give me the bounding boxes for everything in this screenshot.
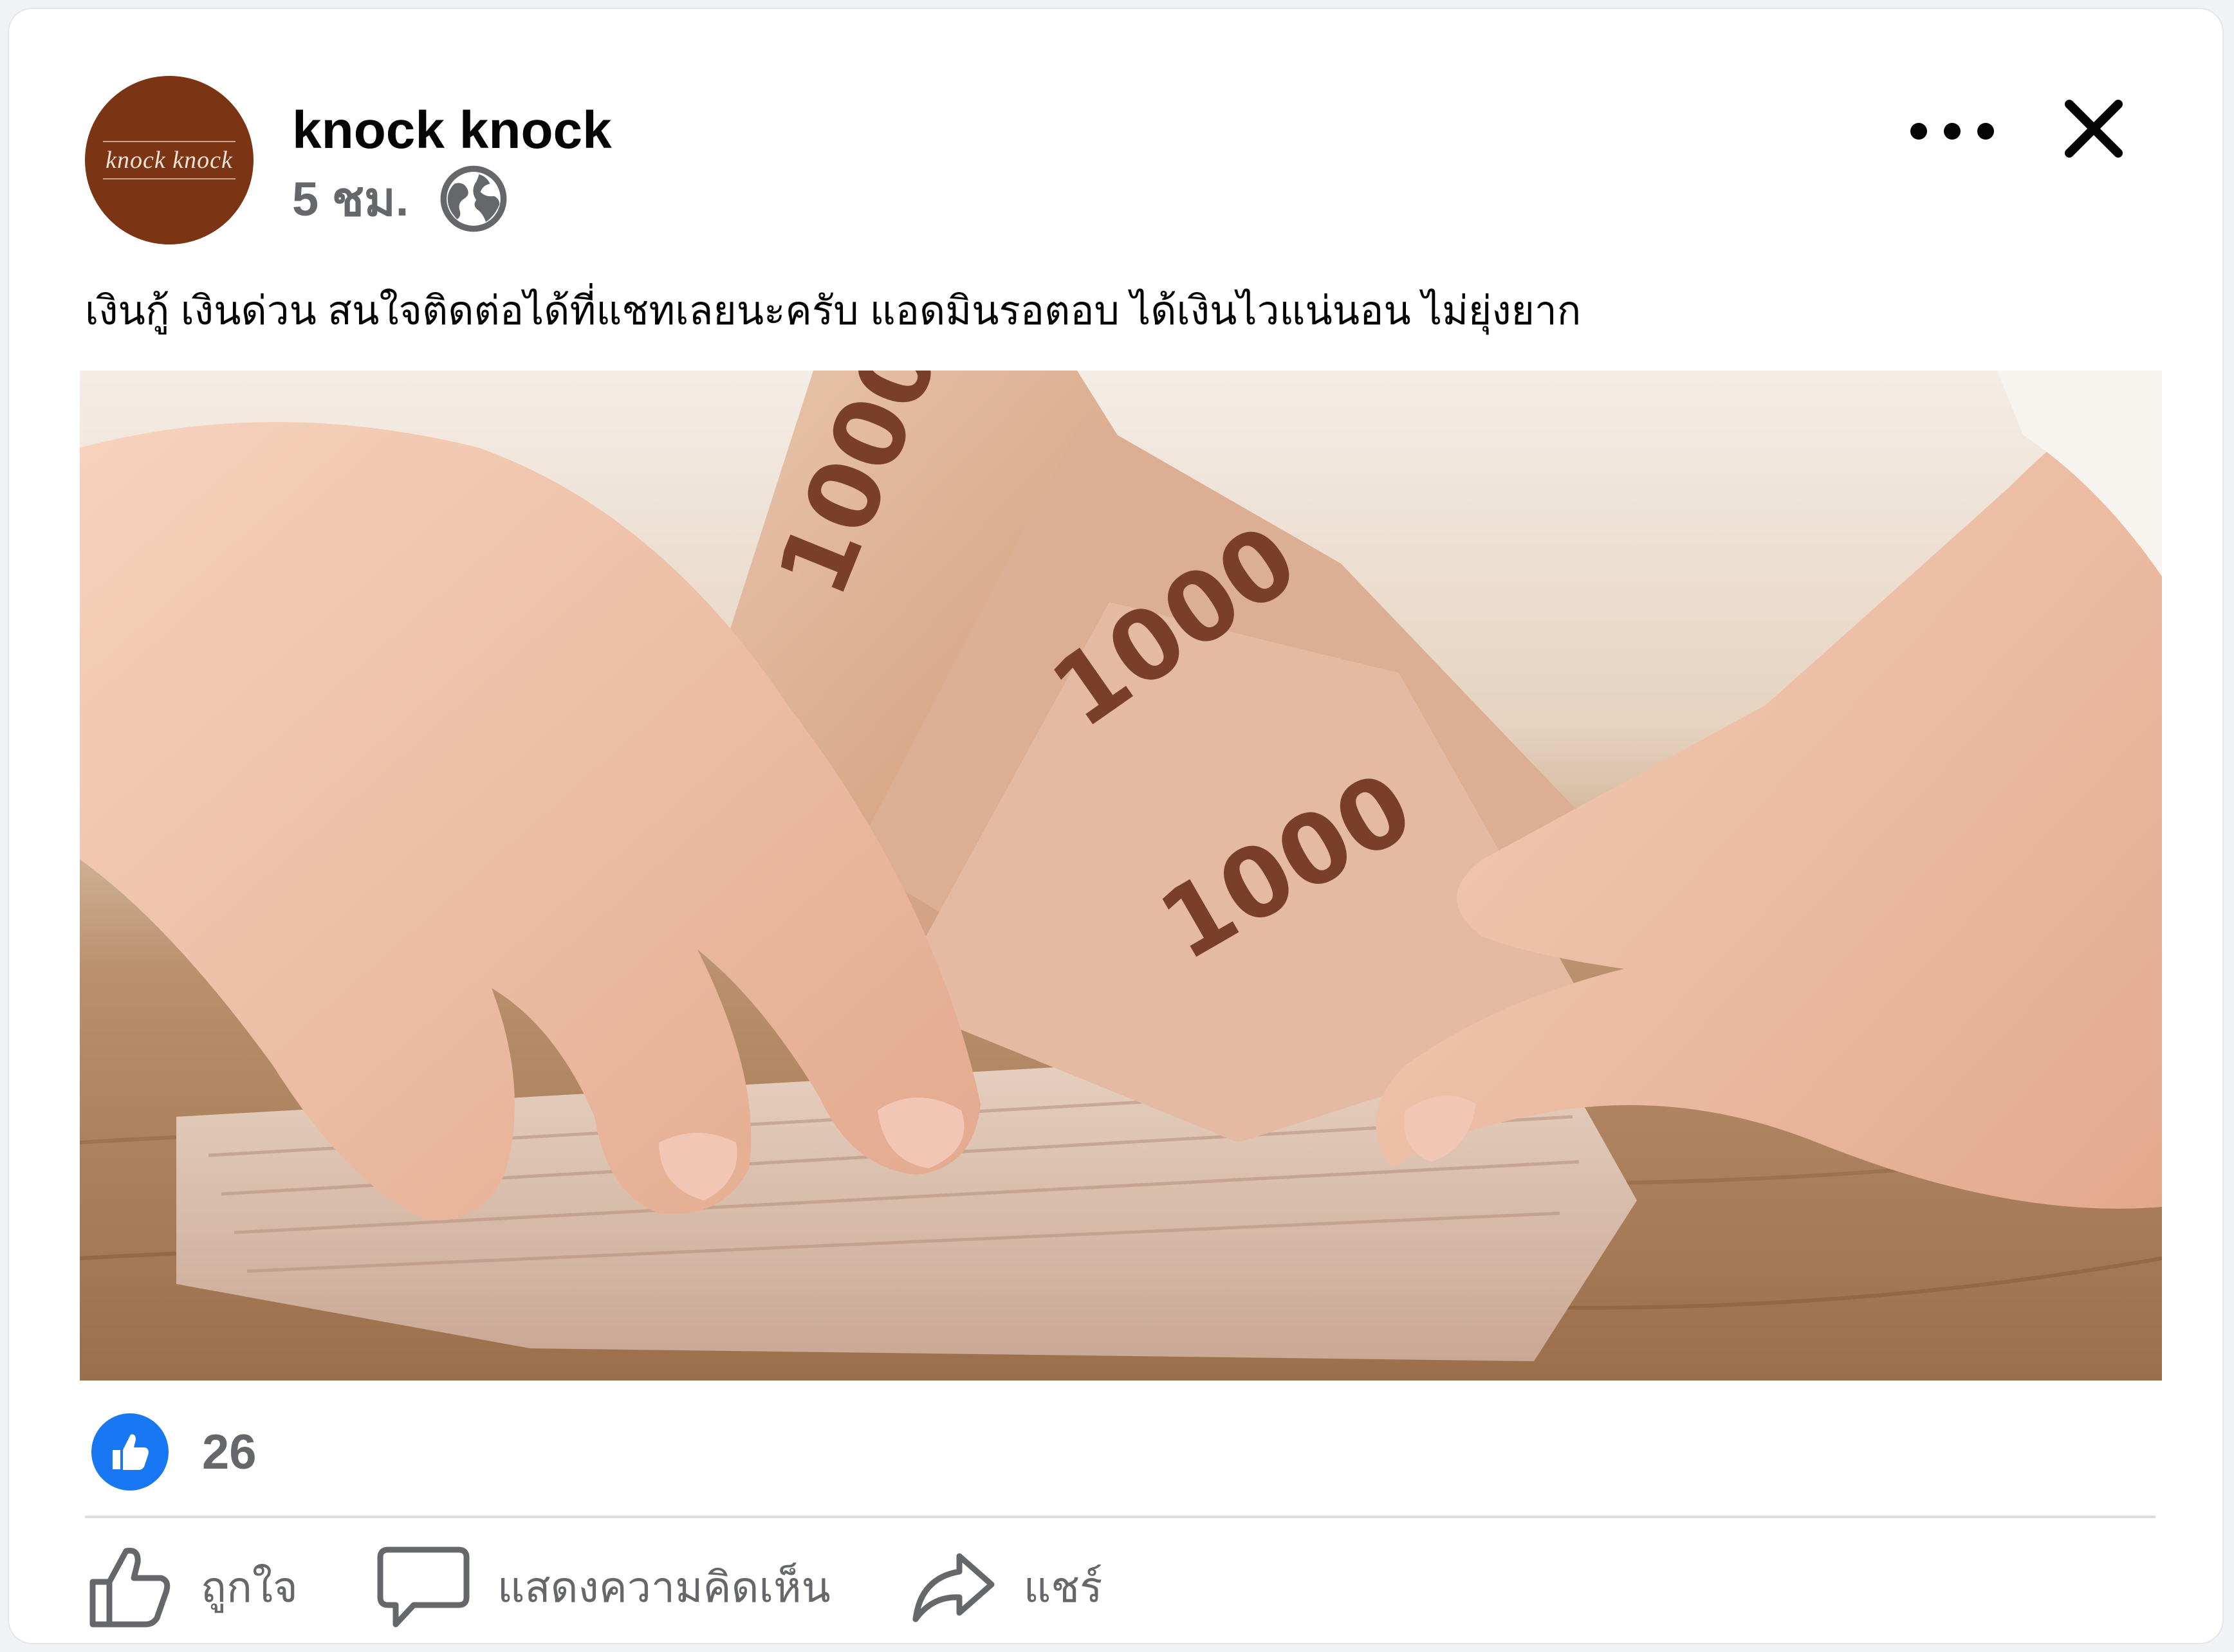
thumbs-up-icon — [89, 1547, 171, 1628]
post-card: knock knock knock knock 5 ชม. เงินกู้ เง… — [9, 9, 2222, 1643]
more-options-button[interactable] — [1894, 99, 2010, 163]
globe-icon — [440, 165, 507, 232]
comment-button[interactable]: แสดงความคิดเห็น — [375, 1542, 831, 1632]
more-horizontal-icon — [1910, 123, 1994, 140]
like-reaction-icon — [91, 1413, 169, 1491]
money-photo: 1000 1000 1000 — [80, 371, 2162, 1381]
comment-icon — [377, 1546, 470, 1628]
close-icon — [2065, 100, 2123, 158]
page-name[interactable]: knock knock — [292, 100, 612, 161]
share-label: แชร์ — [1023, 1563, 1103, 1611]
action-bar: ถูกใจ แสดงความคิดเห็น แชร์ — [85, 1532, 1180, 1642]
like-label: ถูกใจ — [201, 1563, 298, 1611]
like-button[interactable]: ถูกใจ — [85, 1542, 298, 1632]
post-image[interactable]: 1000 1000 1000 — [80, 371, 2162, 1381]
post-timestamp[interactable]: 5 ชม. — [292, 161, 409, 237]
reaction-count: 26 — [202, 1424, 257, 1480]
comment-label: แสดงความคิดเห็น — [497, 1563, 831, 1611]
post-text: เงินกู้ เงินด่วน สนใจติดต่อได้ที่แชทเลยน… — [85, 289, 1582, 333]
share-button[interactable]: แชร์ — [908, 1542, 1103, 1632]
share-icon — [912, 1553, 995, 1622]
avatar[interactable]: knock knock — [85, 76, 254, 244]
close-button[interactable] — [2055, 90, 2132, 167]
divider — [85, 1516, 2156, 1518]
avatar-logo-text: knock knock — [103, 141, 235, 179]
reaction-summary[interactable]: 26 — [91, 1410, 257, 1494]
post-meta: 5 ชม. — [292, 163, 508, 234]
